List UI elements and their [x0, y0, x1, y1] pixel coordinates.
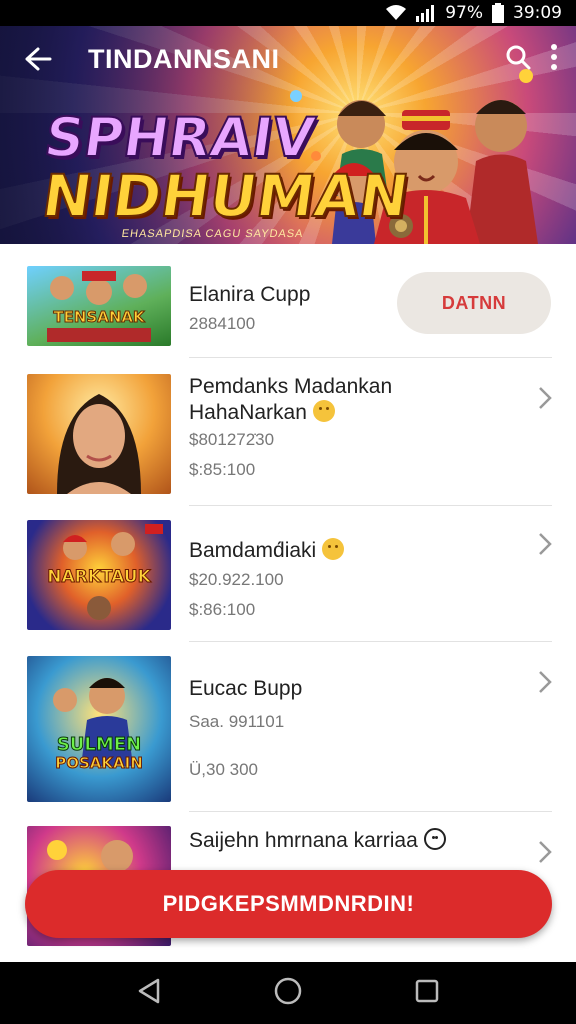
thumbnail: TENSANAK: [27, 266, 171, 346]
more-vert-icon[interactable]: [550, 43, 558, 75]
thumbnail: NARKTAUK: [27, 520, 171, 630]
item-subtitle-2: Ü,30 300: [189, 760, 258, 779]
action-button[interactable]: DATNN: [397, 272, 551, 334]
item-subtitle: 2884100: [189, 314, 256, 333]
svg-text:NARKTAUK: NARKTAUK: [47, 567, 151, 587]
item-subtitle-2: $:86:100: [189, 600, 256, 619]
search-icon[interactable]: [504, 43, 532, 76]
page-title: TINDANNSANI: [88, 43, 280, 74]
list-item[interactable]: Pemdanks Madankan HahaNarkan $801272̇30 …: [0, 358, 576, 506]
svg-text:TENSANAK: TENSANAK: [53, 308, 146, 326]
list-item[interactable]: NARKTAUK Bamdamd́iaki $20.922.100 $:86:1…: [0, 506, 576, 642]
item-title: Bamdamd́iaki: [189, 538, 345, 564]
thumbnail: SULMEN POSAKAIN: [27, 656, 171, 802]
item-title: Pemdanks Madankan HahaNarkan: [189, 375, 393, 424]
item-subtitle: Saa. 991101: [189, 712, 285, 731]
cta-button[interactable]: PIDGKEPSMMDNRDIN!: [25, 870, 552, 938]
grimace-emoji-icon: [423, 828, 446, 850]
list-item[interactable]: SULMEN POSAKAIN Eucac Bupp Saa. 991101 Ü,…: [0, 642, 576, 812]
thumbnail: [27, 374, 171, 494]
nav-recents-icon[interactable]: [414, 978, 440, 1009]
system-nav-bar: [0, 962, 576, 1024]
status-bar: 97% 39:09: [0, 0, 576, 26]
chevron-right-icon: [539, 671, 552, 693]
clock: 39:09: [513, 3, 562, 23]
battery-icon: [491, 3, 505, 23]
battery-percent: 97%: [445, 3, 483, 23]
wifi-icon: [385, 4, 407, 22]
chevron-right-icon: [539, 533, 552, 555]
svg-text:POSAKAIN: POSAKAIN: [55, 754, 143, 772]
item-title: Elanira Cupp: [189, 283, 311, 306]
chevron-right-icon: [539, 841, 552, 863]
smiley-emoji-icon: [312, 400, 335, 422]
app-bar: TINDANNSANI: [0, 26, 576, 92]
back-arrow-icon[interactable]: [18, 39, 58, 79]
game-logo: SPHRAIV NIDHUMAN EHASAPDISA CAGU SAYDASA: [37, 105, 414, 240]
item-title: Saijehn hmrnana karriaa: [189, 828, 446, 854]
signal-icon: [415, 4, 437, 22]
item-title: Eucac Bupp: [189, 677, 303, 700]
nav-home-icon[interactable]: [273, 976, 303, 1011]
nav-back-icon[interactable]: [136, 977, 162, 1010]
item-subtitle-2: $:85:100: [189, 460, 256, 479]
svg-text:SULMEN: SULMEN: [57, 734, 141, 755]
item-subtitle: $801272̇30: [189, 430, 275, 449]
chevron-right-icon: [539, 387, 552, 409]
list-item[interactable]: TENSANAK Elanira Cupp 2884100 DATNN: [0, 244, 576, 358]
item-subtitle: $20.922.100: [189, 570, 284, 589]
smiley-emoji-icon: [322, 538, 345, 560]
